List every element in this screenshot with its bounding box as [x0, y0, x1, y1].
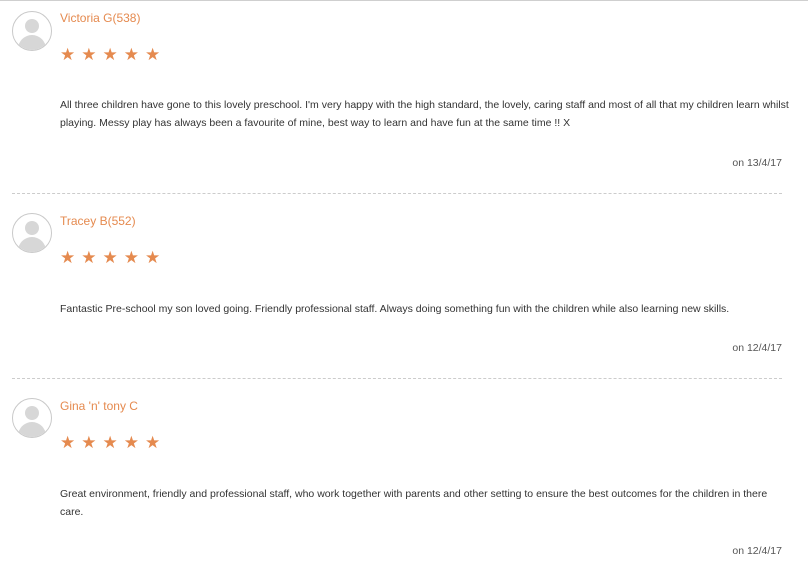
review-text: Great environment, friendly and professi…: [60, 488, 768, 518]
review-divider: [12, 378, 782, 379]
star-icon: ★: [145, 45, 161, 65]
star-icon: ★: [81, 248, 97, 268]
star-icon: ★: [60, 45, 76, 65]
star-icon: ★: [145, 433, 161, 453]
star-icon: ★: [145, 248, 161, 268]
review-date: on 13/4/17: [732, 157, 782, 169]
star-icon: ★: [60, 248, 76, 268]
star-rating: ★ ★ ★ ★ ★: [60, 47, 160, 64]
star-icon: ★: [81, 433, 97, 453]
star-icon: ★: [123, 433, 139, 453]
star-icon: ★: [102, 433, 118, 453]
star-icon: ★: [102, 45, 118, 65]
review-divider: [12, 193, 782, 194]
review-date: on 12/4/17: [732, 342, 782, 354]
star-icon: ★: [81, 45, 97, 65]
top-border: [0, 0, 808, 1]
star-icon: ★: [123, 248, 139, 268]
avatar-icon: [12, 398, 52, 438]
star-icon: ★: [102, 248, 118, 268]
review-text: All three children have gone to this lov…: [60, 99, 789, 129]
reviewer-name[interactable]: Gina 'n' tony C: [60, 399, 138, 413]
star-icon: ★: [123, 45, 139, 65]
review-date: on 12/4/17: [732, 545, 782, 557]
avatar-icon: [12, 11, 52, 51]
reviewer-name[interactable]: Tracey B(552): [60, 214, 136, 228]
star-rating: ★ ★ ★ ★ ★: [60, 250, 160, 267]
star-rating: ★ ★ ★ ★ ★: [60, 435, 160, 452]
review-text: Fantastic Pre-school my son loved going.…: [60, 303, 730, 315]
reviewer-name[interactable]: Victoria G(538): [60, 11, 140, 25]
star-icon: ★: [60, 433, 76, 453]
avatar-icon: [12, 213, 52, 253]
